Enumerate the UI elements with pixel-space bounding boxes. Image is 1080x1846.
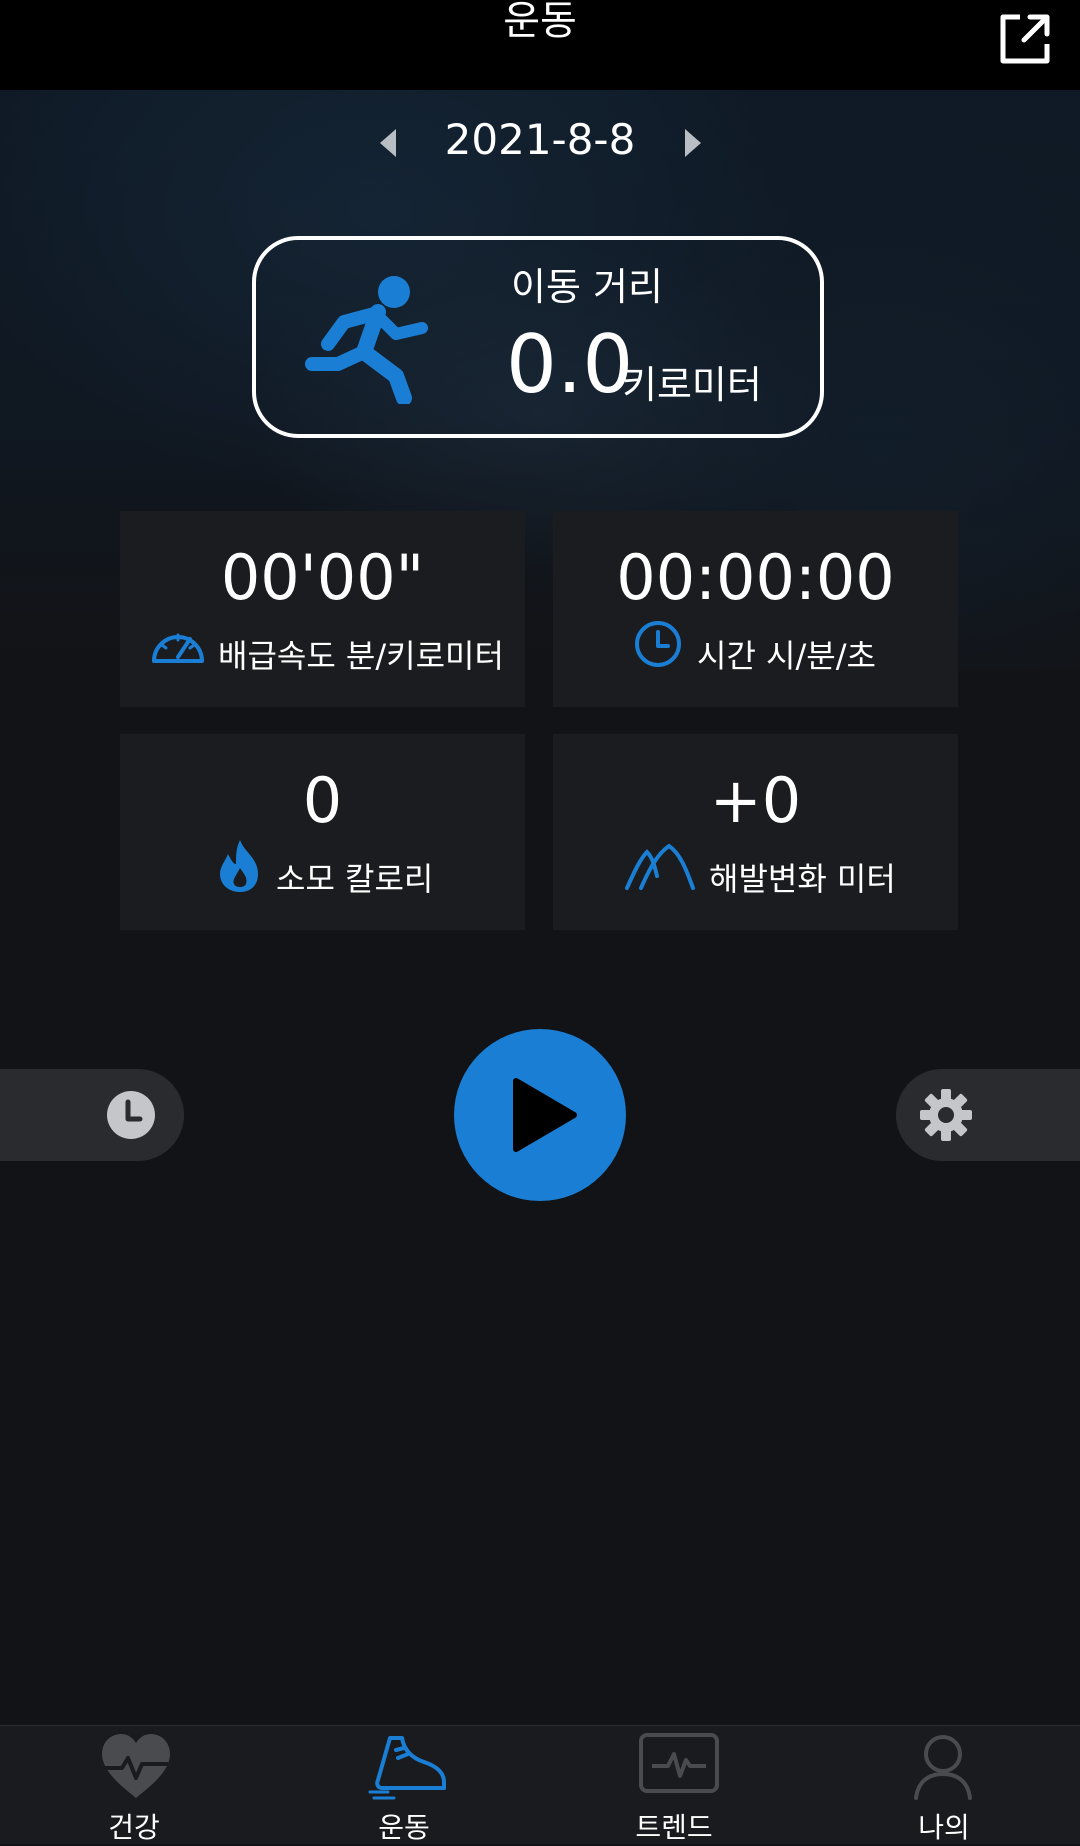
runner-icon <box>305 276 428 404</box>
bottom-navigation: 건강 운동 트렌드 나의 <box>0 1725 1080 1844</box>
calories-tile: 0 소모 칼로리 <box>120 734 525 930</box>
nav-item-health[interactable]: 건강 <box>34 1726 234 1844</box>
elevation-value: +0 <box>709 764 802 837</box>
date-navigator: 2021-8-8 <box>0 115 1080 175</box>
pace-label: 배급속도 분/키로미터 <box>218 637 504 675</box>
triangle-right-icon[interactable] <box>685 129 701 157</box>
time-label: 시간 시/분/초 <box>697 637 876 675</box>
flame-icon <box>220 840 258 892</box>
mountain-icon <box>625 843 695 890</box>
calories-label: 소모 칼로리 <box>276 860 434 898</box>
nav-item-trend[interactable]: 트렌드 <box>574 1726 774 1844</box>
speedometer-icon <box>152 633 204 663</box>
play-button[interactable] <box>454 1029 626 1201</box>
settings-button[interactable] <box>896 1069 1080 1161</box>
distance-label: 이동 거리 <box>511 265 663 309</box>
distance-unit: 키로미터 <box>622 363 762 407</box>
elevation-label: 해발변화 미터 <box>709 860 896 898</box>
date-label: 2021-8-8 <box>444 115 636 164</box>
top-bar: 운동 <box>0 0 1080 90</box>
history-clock-icon <box>107 1091 155 1139</box>
nav-item-exercise[interactable]: 운동 <box>304 1726 504 1844</box>
page-title: 운동 <box>503 0 577 44</box>
distance-value: 0.0 <box>506 318 634 411</box>
time-value: 00:00:00 <box>616 541 895 614</box>
elevation-tile: +0 해발변화 미터 <box>553 734 958 930</box>
clock-icon <box>635 621 681 667</box>
gear-icon <box>920 1089 972 1141</box>
pace-value: 00'00" <box>220 541 425 614</box>
external-link-icon[interactable] <box>994 8 1056 70</box>
nav-label-health: 건강 <box>108 1811 160 1844</box>
monitor-pulse-icon <box>639 1733 719 1793</box>
heart-pulse-icon <box>102 1734 170 1798</box>
pace-tile: 00'00" 배급속도 분/키로미터 <box>120 511 525 707</box>
play-icon <box>513 1078 577 1152</box>
nav-item-me[interactable]: 나의 <box>844 1726 1044 1844</box>
person-icon <box>914 1735 972 1800</box>
history-button[interactable] <box>0 1069 184 1161</box>
nav-label-exercise: 운동 <box>378 1811 430 1844</box>
sneaker-icon <box>368 1736 446 1800</box>
calories-value: 0 <box>302 764 343 837</box>
nav-label-me: 나의 <box>918 1811 970 1844</box>
time-tile: 00:00:00 시간 시/분/초 <box>553 511 958 707</box>
distance-card: 이동 거리 0.0 키로미터 <box>252 236 824 438</box>
nav-label-trend: 트렌드 <box>635 1811 713 1844</box>
